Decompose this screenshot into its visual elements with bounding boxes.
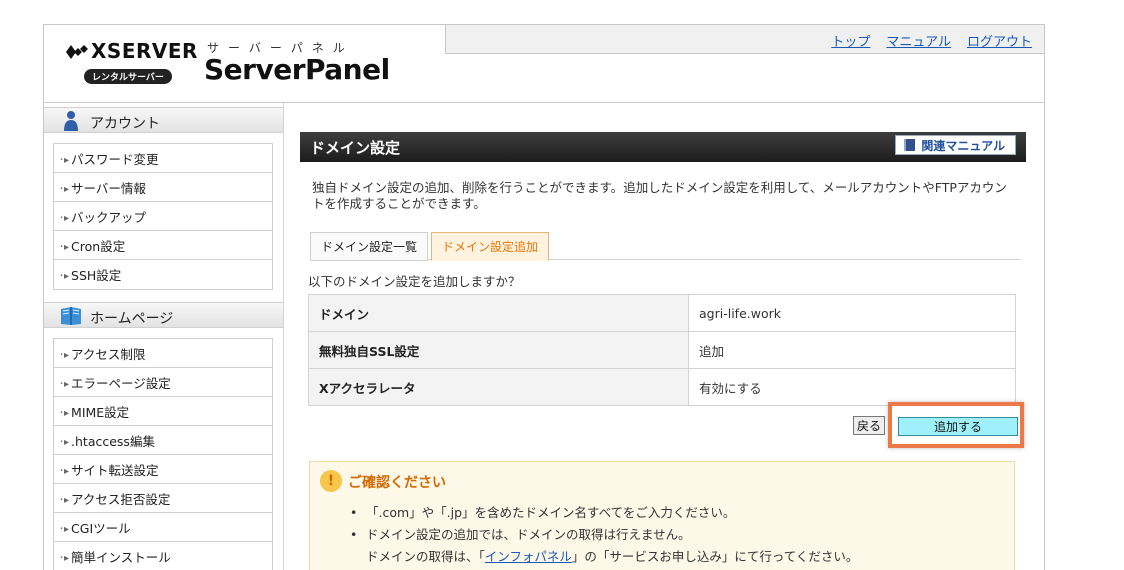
row-label: ドメイン [308,294,689,332]
top-nav-bar: トップ マニュアル ログアウト [445,25,1044,54]
row-value: agri-life.work [688,294,1016,332]
sidebar-item-cron[interactable]: ･▸ Cron設定 [54,231,272,260]
table-row: Xアクセラレータ 有効にする [308,368,1016,406]
tab-domain-add[interactable]: ドメイン設定追加 [431,232,550,261]
notice-list: 「.com」や「.jp」を含めたドメイン名すべてをご入力ください。 ドメイン設定… [348,502,858,568]
brand-name: XSERVER [91,39,198,63]
manual-book-icon [904,139,916,151]
table-row: ドメイン agri-life.work [308,294,1016,332]
sidebar-section-homepage: ホームページ [44,302,283,328]
add-button-highlight: 追加する [888,402,1024,448]
sidebar-item-error-page[interactable]: ･▸ エラーページ設定 [54,368,272,397]
sidebar-section-title: アカウント [90,116,160,132]
nav-manual-link[interactable]: マニュアル [886,31,951,50]
notice-subtext: ドメインの取得は、「インフォパネル」の「サービスお申し込み」にて行ってください。 [366,549,859,564]
top-nav: トップ マニュアル ログアウト [831,31,1032,50]
sidebar-item-mime[interactable]: ･▸ MIME設定 [54,397,272,426]
domain-settings-table: ドメイン agri-life.work 無料独自SSL設定 追加 Xアクセラレー… [308,294,1016,406]
xserver-diamond-icon [66,45,88,59]
sidebar-item-site-redirect[interactable]: ･▸ サイト転送設定 [54,455,272,484]
sidebar-item-password[interactable]: ･▸ パスワード変更 [54,144,272,173]
sidebar-item-backup[interactable]: ･▸ バックアップ [54,202,272,231]
panel-name-en: ServerPanel [204,53,390,86]
account-menu: ･▸ パスワード変更 ･▸ サーバー情報 ･▸ バックアップ ･▸ Cron設定 ･▸ S… [53,143,273,290]
notice-title: ご確認ください [348,475,446,491]
row-value: 追加 [688,331,1016,369]
related-manual-button[interactable]: 関連マニュアル [895,135,1016,155]
row-label: Xアクセラレータ [308,368,689,406]
homepage-menu: ･▸ アクセス制限 ･▸ エラーページ設定 ･▸ MIME設定 ･▸ .htaccess… [53,338,273,570]
row-label: 無料独自SSL設定 [308,331,689,369]
sidebar-section-title: ホームページ [90,311,174,327]
notice-box: ! ご確認ください 「.com」や「.jp」を含めたドメイン名すべてをご入力くだ… [309,461,1015,570]
sidebar-item-access-restriction[interactable]: ･▸ アクセス制限 [54,339,272,368]
add-button[interactable]: 追加する [898,417,1018,436]
header: XSERVER レンタルサーバー サーバーパネル ServerPanel トップ… [44,25,1044,103]
sidebar-item-access-deny[interactable]: ･▸ アクセス拒否設定 [54,484,272,513]
notice-item: 「.com」や「.jp」を含めたドメイン名すべてをご入力ください。 [348,502,858,524]
confirm-question: 以下のドメイン設定を追加しますか？ [308,274,521,289]
info-panel-link[interactable]: インフォパネル [485,549,572,564]
page-description: 独自ドメイン設定の追加、削除を行うことができます。追加したドメイン設定を利用して… [312,180,1007,211]
sidebar-item-htaccess[interactable]: ･▸ .htaccess編集 [54,426,272,455]
sidebar-item-cgi-tools[interactable]: ･▸ CGIツール [54,513,272,542]
back-button[interactable]: 戻る [853,416,886,435]
nav-logout-link[interactable]: ログアウト [967,31,1032,50]
tab-bar: ドメイン設定一覧 ドメイン設定追加 [310,230,1020,261]
notice-item: ドメイン設定の追加では、ドメインの取得は行えません。 [348,524,858,546]
sidebar-item-ssh[interactable]: ･▸ SSH設定 [54,260,272,289]
nav-top-link[interactable]: トップ [831,31,870,50]
table-row: 無料独自SSL設定 追加 [308,331,1016,369]
book-icon [61,307,81,325]
logo[interactable]: XSERVER レンタルサーバー サーバーパネル ServerPanel [44,25,444,102]
server-panel-window: XSERVER レンタルサーバー サーバーパネル ServerPanel トップ… [43,24,1045,570]
row-value: 有効にする [688,368,1016,406]
rental-server-badge: レンタルサーバー [84,69,172,84]
tab-domain-list[interactable]: ドメイン設定一覧 [310,232,429,261]
sidebar-section-account: アカウント [44,107,283,133]
sidebar-item-server-info[interactable]: ･▸ サーバー情報 [54,173,272,202]
person-icon [64,111,78,131]
page-title: ドメイン設定 [310,139,401,157]
main-content: ドメイン設定 関連マニュアル 独自ドメイン設定の追加、削除を行うことができます。… [300,132,1026,570]
exclamation-icon: ! [320,470,342,492]
page-title-bar: ドメイン設定 関連マニュアル [300,132,1026,162]
sidebar: アカウント ･▸ パスワード変更 ･▸ サーバー情報 ･▸ バックアップ ･▸ Cron… [44,103,284,570]
sidebar-item-easy-install[interactable]: ･▸ 簡単インストール [54,542,272,570]
